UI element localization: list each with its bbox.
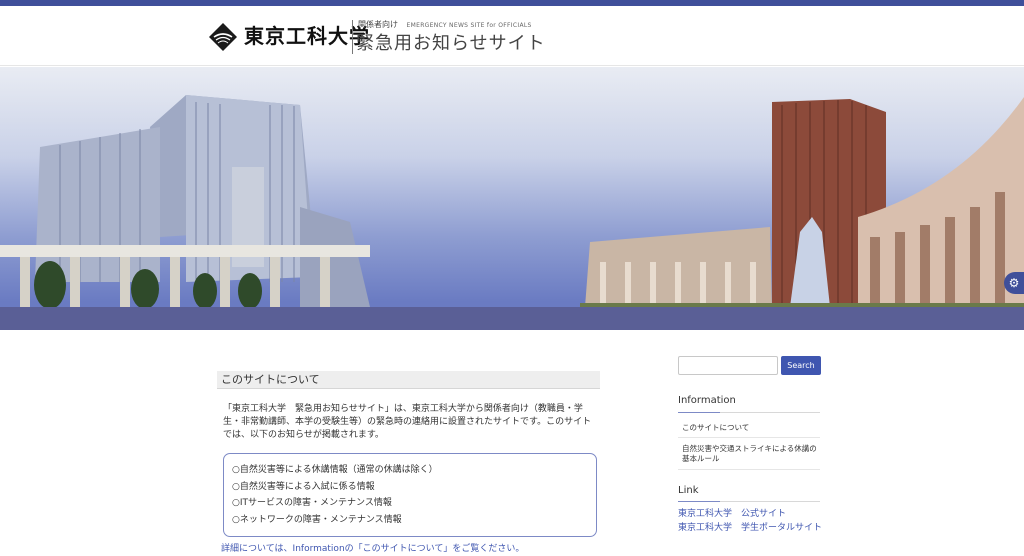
link-heading: Link bbox=[678, 485, 699, 496]
site-title[interactable]: 緊急用お知らせサイト bbox=[356, 32, 546, 56]
information-item-about[interactable]: このサイトについて bbox=[682, 423, 820, 433]
intro-text: 「東京工科大学 緊急用お知らせサイト」は、東京工科大学から関係者向け（教職員・学… bbox=[223, 404, 592, 440]
notice-item: ○ネットワークの障害・メンテナンス情報 bbox=[232, 514, 402, 525]
information-heading: Information bbox=[678, 395, 736, 406]
university-logo-icon[interactable] bbox=[208, 22, 238, 52]
information-separator bbox=[678, 437, 820, 438]
logo-english-tagline: EMERGENCY NEWS SITE for OFFICIALS bbox=[406, 22, 532, 29]
accessibility-icon[interactable]: ⚙ bbox=[1004, 272, 1024, 294]
hero-banner: ⚙ bbox=[0, 67, 1024, 330]
logo-subtitle: 関係者向け EMERGENCY NEWS SITE for OFFICIALS bbox=[358, 20, 532, 31]
logo-divider bbox=[352, 20, 353, 54]
link-official-site[interactable]: 東京工科大学 公式サイト bbox=[678, 506, 786, 519]
information-separator bbox=[678, 469, 820, 470]
site-header: 東京工科大学 関係者向け EMERGENCY NEWS SITE for OFF… bbox=[0, 6, 1024, 66]
notice-item: ○自然災害等による休講情報（通常の休講は除く） bbox=[232, 465, 438, 475]
notice-item: ○自然災害等による入試に係る情報 bbox=[232, 481, 375, 492]
details-link-text[interactable]: 詳細については、Informationの「このサイトについて」をご覧ください。 bbox=[217, 541, 600, 554]
section-heading: このサイトについて bbox=[217, 371, 600, 389]
main-content: このサイトについて 「東京工科大学 緊急用お知らせサイト」は、東京工科大学から関… bbox=[217, 371, 600, 554]
campus-buildings-image bbox=[0, 95, 1024, 309]
notice-item: ○ITサービスの障害・メンテナンス情報 bbox=[232, 498, 392, 508]
link-student-portal[interactable]: 東京工科大学 学生ポータルサイト bbox=[678, 520, 822, 533]
information-item-rules[interactable]: 自然災害や交通ストライキによる休講の基本ルール bbox=[682, 444, 820, 464]
search-input[interactable] bbox=[678, 356, 778, 375]
notice-list-box: ○自然災害等による休講情報（通常の休講は除く） ○自然災害等による入試に係る情報… bbox=[223, 453, 597, 537]
information-divider bbox=[678, 412, 820, 413]
link-divider bbox=[678, 501, 820, 502]
hero-bottom-band bbox=[0, 307, 1024, 330]
logo-audience: 関係者向け bbox=[358, 20, 398, 29]
search-button[interactable]: Search bbox=[781, 356, 821, 375]
